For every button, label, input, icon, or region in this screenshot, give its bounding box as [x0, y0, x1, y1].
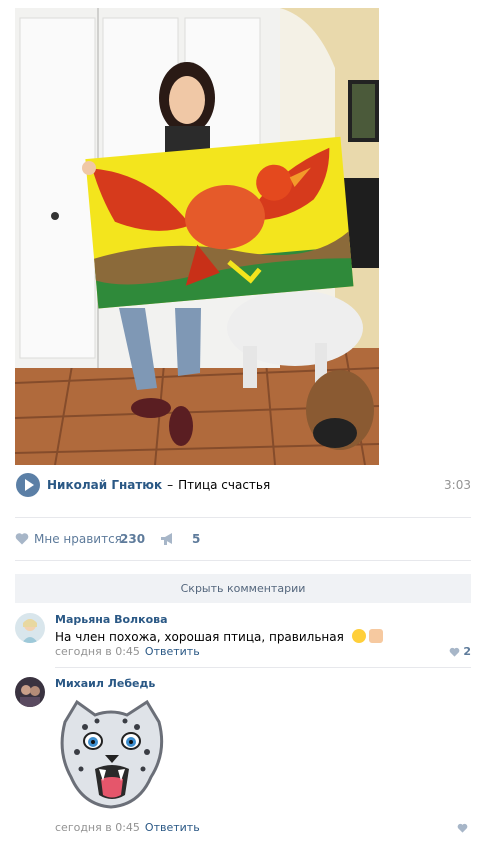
comment-text-body: На член похожа, хорошая птица, правильна… — [55, 630, 344, 644]
snow-leopard-sticker — [60, 699, 164, 809]
comment-meta: сегодня в 0:45 Ответить — [55, 821, 200, 834]
audio-duration: 3:03 — [444, 478, 471, 492]
play-icon[interactable] — [16, 473, 40, 497]
avatar[interactable] — [15, 677, 45, 707]
reply-button[interactable]: Ответить — [145, 645, 200, 658]
divider — [15, 560, 471, 561]
post-actions: Мне нравится 230 5 — [15, 530, 471, 548]
comment-like[interactable]: 2 — [449, 645, 471, 658]
heart-icon[interactable] — [15, 532, 29, 545]
audio-track[interactable]: Николай Гнатюк – Птица счастья 3:03 — [15, 472, 471, 498]
share-count[interactable]: 5 — [192, 532, 200, 546]
comment-text: На член похожа, хорошая птица, правильна… — [55, 629, 384, 644]
divider — [15, 517, 471, 518]
audio-title: Николай Гнатюк – Птица счастья — [47, 478, 270, 492]
photo-image — [15, 8, 379, 465]
audio-separator: – — [167, 478, 174, 492]
like-count[interactable]: 230 — [120, 532, 145, 546]
megaphone-icon[interactable] — [160, 532, 175, 546]
comment-time[interactable]: сегодня в 0:45 — [55, 821, 140, 834]
audio-song-title: Птица счастья — [178, 478, 271, 492]
comment-meta: сегодня в 0:45 Ответить — [55, 645, 200, 658]
hide-comments-button[interactable]: Скрыть комментарии — [15, 574, 471, 603]
comment: Михаил Лебедь сегодня в 0:45 Ответить — [15, 677, 471, 837]
heart-icon — [457, 823, 468, 833]
like-button-label[interactable]: Мне нравится — [34, 532, 122, 546]
comment-time[interactable]: сегодня в 0:45 — [55, 645, 140, 658]
comment-like-count: 2 — [463, 645, 471, 658]
thumbs-up-emoji — [369, 629, 384, 643]
comment-like[interactable] — [457, 821, 471, 834]
avatar[interactable] — [15, 613, 45, 643]
wink-tongue-emoji — [351, 629, 366, 643]
divider — [55, 667, 471, 668]
audio-artist[interactable]: Николай Гнатюк — [47, 478, 162, 492]
reply-button[interactable]: Ответить — [145, 821, 200, 834]
comment-author[interactable]: Михаил Лебедь — [55, 677, 155, 690]
heart-icon — [449, 647, 460, 657]
comment: Марьяна Волкова На член похожа, хорошая … — [15, 613, 471, 661]
comment-author[interactable]: Марьяна Волкова — [55, 613, 168, 626]
post-photo[interactable] — [15, 8, 379, 465]
